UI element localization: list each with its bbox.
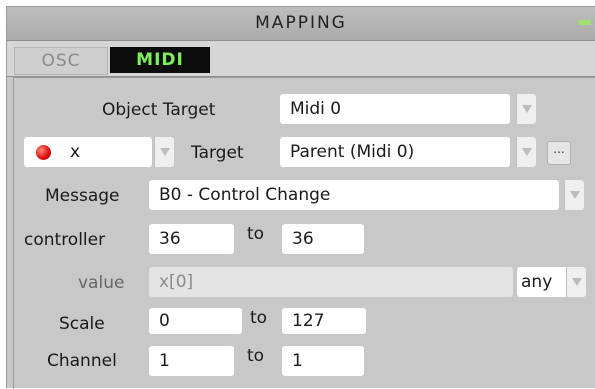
object-target-dropdown-icon[interactable] — [516, 94, 536, 124]
tab-midi[interactable]: MIDI — [110, 47, 210, 73]
scale-from-input[interactable]: 0 — [149, 308, 242, 334]
panel-titlebar: MAPPING — [7, 7, 595, 41]
panel-title: MAPPING — [255, 13, 347, 33]
value-expression-input[interactable]: x[0] — [149, 267, 513, 297]
tab-bar: OSC MIDI — [7, 41, 595, 77]
channel-to-label: to — [247, 346, 265, 366]
target-browse-button[interactable]: ... — [547, 141, 571, 165]
value-label: value — [78, 273, 125, 293]
message-label: Message — [45, 186, 120, 206]
message-dropdown-icon[interactable] — [564, 180, 584, 210]
collapse-icon[interactable] — [578, 20, 591, 25]
scale-to-label: to — [250, 308, 268, 328]
channel-from-input[interactable]: 1 — [149, 346, 234, 376]
message-field[interactable]: B0 - Control Change — [149, 180, 559, 210]
tab-osc[interactable]: OSC — [14, 47, 108, 75]
target-dropdown-icon[interactable] — [516, 137, 536, 167]
object-target-field[interactable]: Midi 0 — [280, 94, 510, 124]
mapping-panel: MAPPING OSC MIDI Object Target Midi 0 x … — [6, 6, 595, 389]
target-field[interactable]: Parent (Midi 0) — [280, 137, 510, 167]
controller-label: controller — [24, 230, 106, 250]
scale-label: Scale — [59, 314, 105, 334]
controller-from-input[interactable]: 36 — [149, 224, 234, 254]
value-mode-dropdown-icon[interactable] — [566, 267, 586, 297]
channel-to-input[interactable]: 1 — [282, 346, 364, 376]
input-selector-dropdown-icon[interactable] — [154, 137, 174, 167]
midi-mapping-form: Object Target Midi 0 x Target Parent (Mi… — [13, 77, 595, 389]
channel-label: Channel — [47, 351, 117, 371]
object-target-label: Object Target — [102, 100, 216, 120]
record-indicator-icon — [36, 145, 51, 160]
target-label: Target — [191, 143, 244, 163]
controller-to-input[interactable]: 36 — [282, 224, 364, 254]
scale-to-input[interactable]: 127 — [282, 308, 366, 334]
value-mode-select[interactable]: any — [517, 267, 570, 297]
controller-to-label: to — [247, 224, 265, 244]
